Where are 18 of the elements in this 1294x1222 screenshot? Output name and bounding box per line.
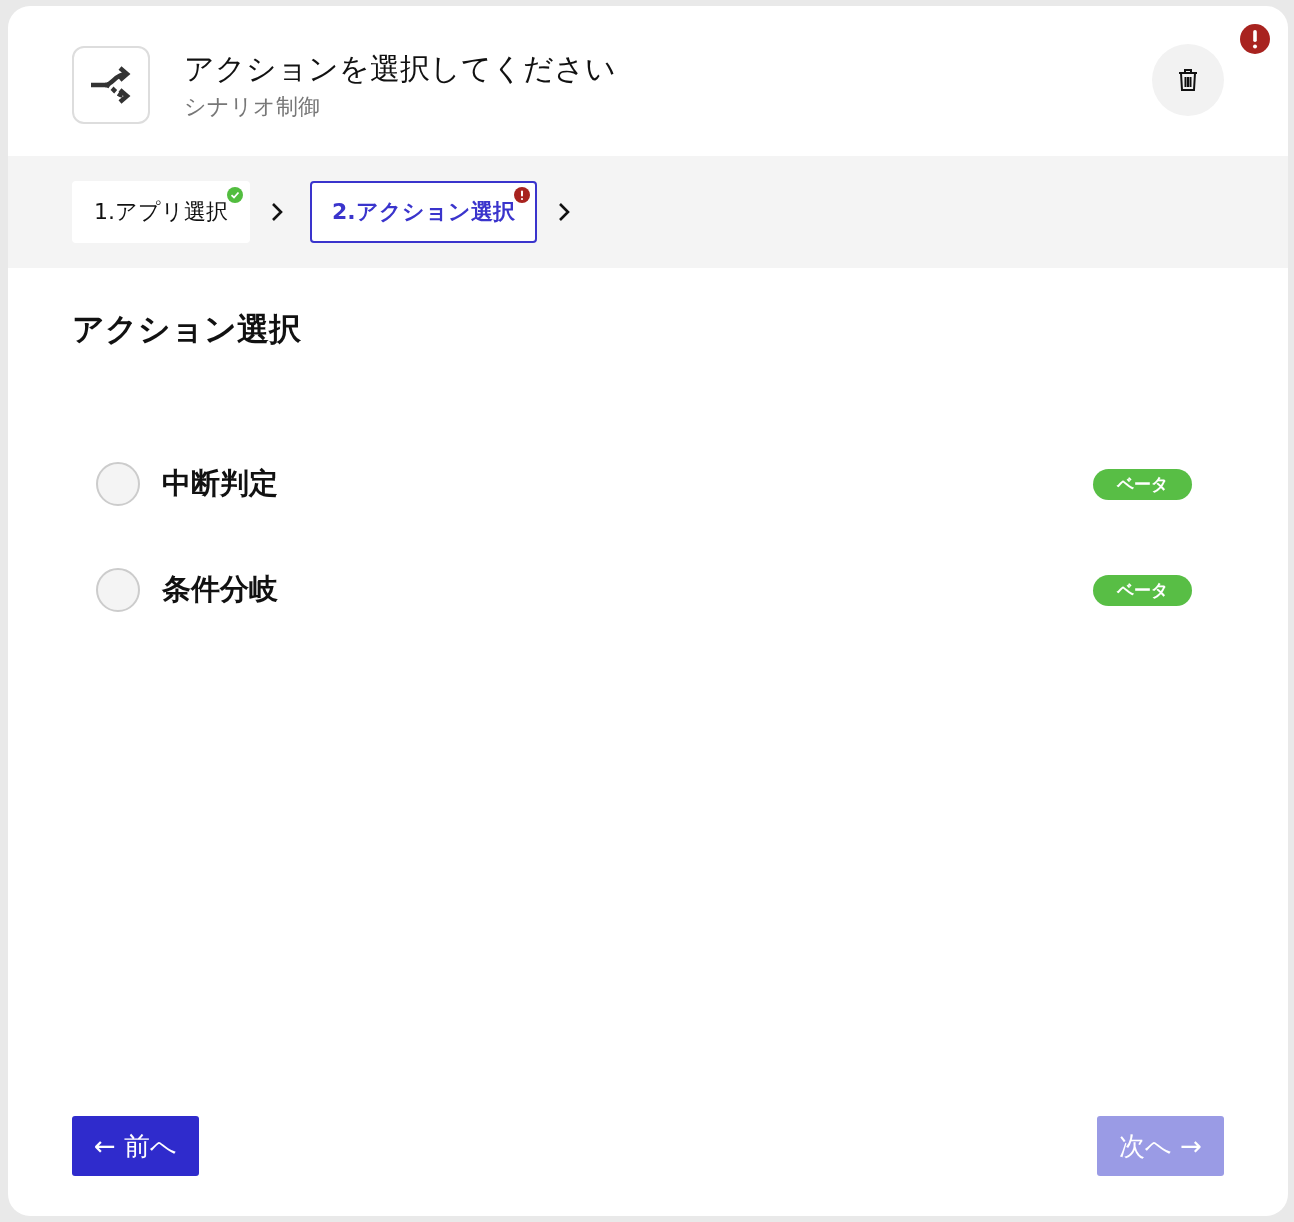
branch-arrows-icon xyxy=(72,46,150,124)
error-icon xyxy=(513,187,530,203)
beta-badge: ベータ xyxy=(1093,574,1192,606)
dialog-subtitle: シナリオ制御 xyxy=(184,92,321,121)
check-icon xyxy=(227,187,243,203)
chevron-right-icon xyxy=(270,201,284,223)
radio-button[interactable] xyxy=(96,568,140,612)
previous-button[interactable]: ← 前へ xyxy=(72,1116,200,1176)
radio-button[interactable] xyxy=(96,462,140,506)
section-title: アクション選択 xyxy=(72,309,302,350)
trash-icon xyxy=(1177,68,1199,92)
step-tab[interactable]: 1.アプリ選択 xyxy=(72,181,250,243)
beta-badge: ベータ xyxy=(1093,468,1192,500)
option-label: 中断判定 xyxy=(162,465,279,502)
dialog-title: アクションを選択してください xyxy=(184,49,617,88)
option-label: 条件分岐 xyxy=(162,571,279,608)
step-tab[interactable]: 2.アクション選択 xyxy=(310,181,537,243)
chevron-right-icon xyxy=(556,201,571,223)
